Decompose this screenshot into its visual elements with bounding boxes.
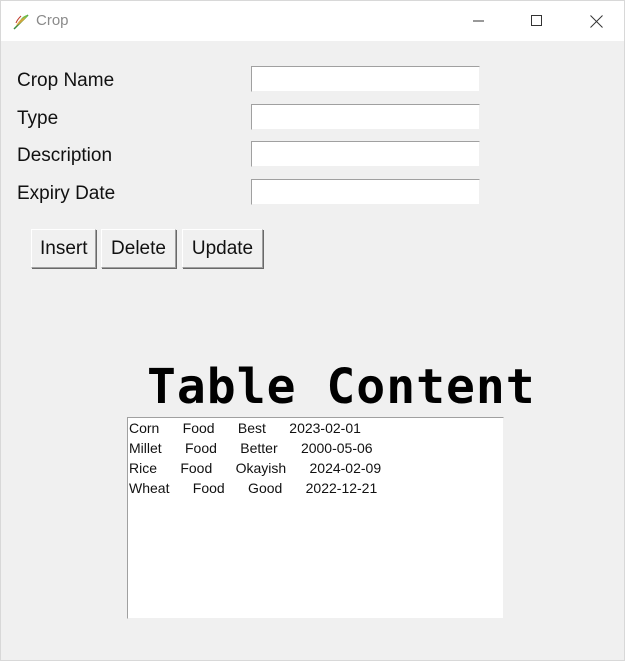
minimize-icon [473,20,484,22]
expiry-date-label: Expiry Date [17,183,116,204]
list-item[interactable]: Rice Food Okayish 2024-02-09 [129,460,381,480]
list-item[interactable]: Millet Food Better 2000-05-06 [129,440,373,460]
crop-name-label: Crop Name [17,70,115,91]
feather-app-icon [12,11,32,31]
maximize-icon [531,15,542,26]
close-button[interactable] [573,1,619,41]
delete-button[interactable]: Delete [101,229,176,268]
crop-name-input[interactable] [251,66,480,92]
type-label: Type [17,108,59,129]
type-input[interactable] [251,104,480,130]
list-item[interactable]: Corn Food Best 2023-02-01 [129,420,361,440]
title-bar[interactable]: Crop [1,1,624,41]
description-input[interactable] [251,141,480,167]
list-item[interactable]: Wheat Food Good 2022-12-21 [129,480,377,500]
maximize-button[interactable] [514,1,560,41]
expiry-date-input[interactable] [251,179,480,205]
window-title: Crop [36,12,69,29]
crop-window: Crop Crop Name Type Description Expiry D… [0,0,625,661]
table-listbox[interactable]: Corn Food Best 2023-02-01 Millet Food Be… [127,417,504,619]
table-heading: Table Content [147,359,536,415]
update-button[interactable]: Update [182,229,263,268]
insert-button[interactable]: Insert [31,229,96,268]
description-label: Description [17,145,113,166]
close-icon [589,14,603,28]
minimize-button[interactable] [456,1,502,41]
